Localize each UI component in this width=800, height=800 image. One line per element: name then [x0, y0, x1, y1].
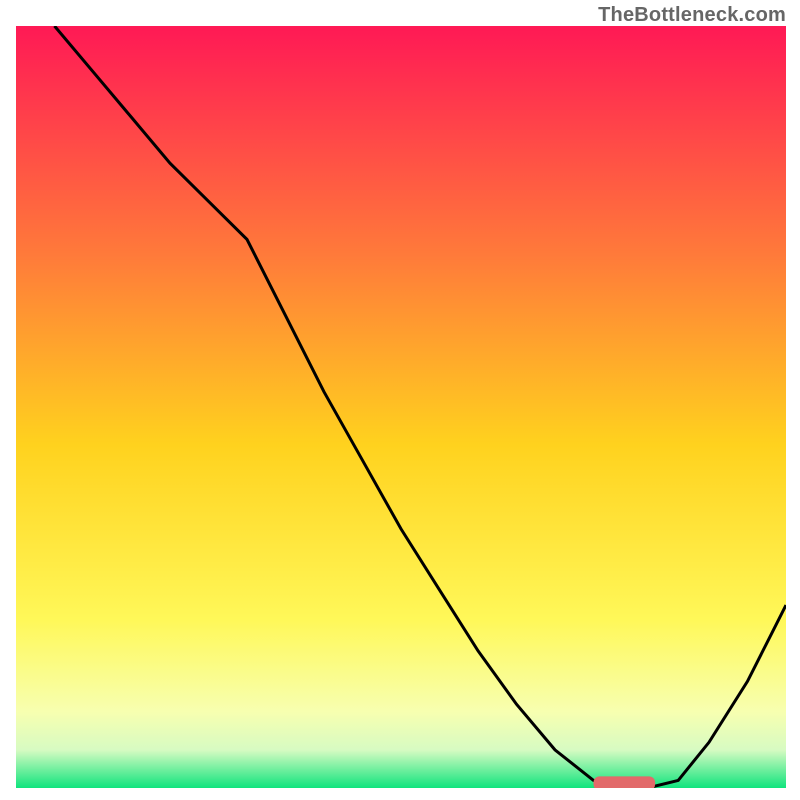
- attribution-text: TheBottleneck.com: [598, 4, 786, 27]
- plot-area: [16, 26, 786, 788]
- heat-gradient-rect: [16, 26, 786, 788]
- optimum-marker: [594, 776, 656, 788]
- bottleneck-chart: [16, 26, 786, 788]
- chart-frame: TheBottleneck.com: [0, 0, 800, 800]
